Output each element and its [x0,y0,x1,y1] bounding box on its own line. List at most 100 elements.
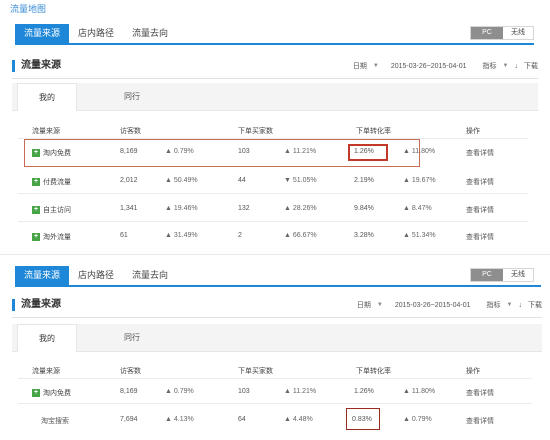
conversion-trend: ▲ 11.80% [403,388,436,395]
top-tabbar: 流量来源 店内路径 流量去向 [15,24,534,45]
buyers-trend: ▲ 11.21% [284,148,317,155]
view-details-link[interactable]: 查看详情 [466,388,494,398]
download-label[interactable]: 下载 [528,300,542,310]
col-source: 流量来源 [32,368,60,375]
source-label: 淘内免费 [43,150,71,157]
buyers-value: 64 [238,416,246,423]
toggle-pc[interactable]: PC [471,27,503,39]
table-row-source: + 付费流量 [32,177,71,187]
section-header: 流量来源 日期 ▼ 2015-03-26~2015-04-01 指标 ▼ ↓ 下… [12,57,538,79]
bottom-tabbar: 流量来源 店内路径 流量去向 [15,266,541,287]
header-divider [18,378,532,379]
visitors-trend: ▲ 31.49% [165,232,198,239]
buyers-value: 2 [238,232,242,239]
visitors-trend: ▲ 0.79% [165,148,194,155]
tab-traffic-destination[interactable]: 流量去向 [123,24,177,43]
conversion-trend: ▲ 0.79% [403,416,432,423]
page-title: 流量地图 [10,4,47,14]
toggle-wireless[interactable]: 无线 [503,27,533,39]
col-action: 操作 [466,128,480,135]
download-icon[interactable]: ↓ [519,302,523,309]
buyers-trend: ▲ 4.48% [284,416,313,423]
caret-down-icon: ▼ [372,63,379,69]
metric-label[interactable]: 指标 [483,61,497,71]
conversion-value: 3.28% [354,232,374,239]
col-buyers: 下单买家数 [238,128,273,135]
toggle-wireless[interactable]: 无线 [503,269,533,281]
tab-store-path[interactable]: 店内路径 [69,24,123,43]
buyers-trend: ▲ 11.21% [284,388,317,395]
tab-traffic-destination[interactable]: 流量去向 [123,266,177,285]
source-label: 淘宝搜索 [41,418,69,425]
section-header: 流量来源 日期 ▼ 2015-03-26~2015-04-01 指标 ▼ ↓ 下… [12,296,542,318]
col-buyers: 下单买家数 [238,368,273,375]
table-row-source: + 淘内免费 [32,148,71,158]
buyers-value: 44 [238,177,246,184]
row-divider [18,221,528,222]
view-details-link[interactable]: 查看详情 [466,416,494,426]
conversion-trend: ▲ 51.34% [403,232,436,239]
visitors-trend: ▲ 4.13% [165,416,194,423]
view-details-link[interactable]: 查看详情 [466,205,494,215]
subtabs: 我的 同行 [12,83,538,111]
toggle-pc[interactable]: PC [471,269,503,281]
conversion-value: 9.84% [354,205,374,212]
metric-label[interactable]: 指标 [487,300,501,310]
visitors-value: 61 [120,232,128,239]
conversion-trend: ▲ 8.47% [403,205,432,212]
download-icon[interactable]: ↓ [515,63,519,70]
download-label[interactable]: 下载 [524,61,538,71]
subtab-peers[interactable]: 同行 [102,83,162,111]
caret-down-icon: ▼ [376,302,383,308]
col-source: 流量来源 [32,128,60,135]
device-toggle: PC 无线 [470,26,534,40]
buyers-trend: ▲ 66.67% [284,232,317,239]
source-label: 淘外流量 [43,234,71,241]
caret-down-icon: ▼ [506,302,513,308]
table-row-source: + 淘内免费 [32,388,71,398]
plus-icon[interactable]: + [32,149,40,157]
tab-traffic-source[interactable]: 流量来源 [15,24,70,43]
conversion-value: 2.19% [354,177,374,184]
visitors-trend: ▲ 50.49% [165,177,198,184]
tab-traffic-source[interactable]: 流量来源 [15,266,70,285]
conversion-trend: ▲ 19.67% [403,177,436,184]
visitors-value: 7,694 [120,416,138,423]
subtab-mine[interactable]: 我的 [17,83,77,111]
col-conversion: 下单转化率 [356,368,391,375]
conversion-trend: ▲ 11.80% [403,148,436,155]
buyers-trend: ▲ 28.26% [284,205,317,212]
visitors-value: 1,341 [120,205,138,212]
plus-icon[interactable]: + [32,233,40,241]
view-details-link[interactable]: 查看详情 [466,177,494,187]
screenshot-divider [0,254,550,255]
source-label: 付费流量 [43,179,71,186]
section-controls: 日期 ▼ 2015-03-26~2015-04-01 指标 ▼ ↓ 下载 [357,300,542,310]
plus-icon[interactable]: + [32,206,40,214]
tab-store-path[interactable]: 店内路径 [69,266,123,285]
table-row-source: + 淘外流量 [32,232,71,242]
visitors-trend: ▲ 19.46% [165,205,198,212]
plus-icon[interactable]: + [32,178,40,186]
date-label[interactable]: 日期 [353,61,367,71]
plus-icon[interactable]: + [32,389,40,397]
subtab-peers[interactable]: 同行 [102,324,162,352]
col-conversion: 下单转化率 [356,128,391,135]
section-title: 流量来源 [12,299,61,311]
row-divider [18,193,528,194]
view-details-link[interactable]: 查看详情 [466,148,494,158]
conversion-value: 0.83% [352,416,372,423]
conversion-value: 1.26% [354,148,374,155]
view-details-link[interactable]: 查看详情 [466,232,494,242]
device-toggle: PC 无线 [470,268,534,282]
buyers-trend: ▼ 51.05% [284,177,317,184]
date-range[interactable]: 2015-03-26~2015-04-01 [391,63,467,70]
col-visitors: 访客数 [120,128,141,135]
subtab-mine[interactable]: 我的 [17,324,77,352]
date-label[interactable]: 日期 [357,300,371,310]
buyers-value: 103 [238,148,250,155]
row-divider [18,403,532,404]
caret-down-icon: ▼ [502,63,509,69]
section-title: 流量来源 [12,60,61,72]
date-range[interactable]: 2015-03-26~2015-04-01 [395,302,471,309]
